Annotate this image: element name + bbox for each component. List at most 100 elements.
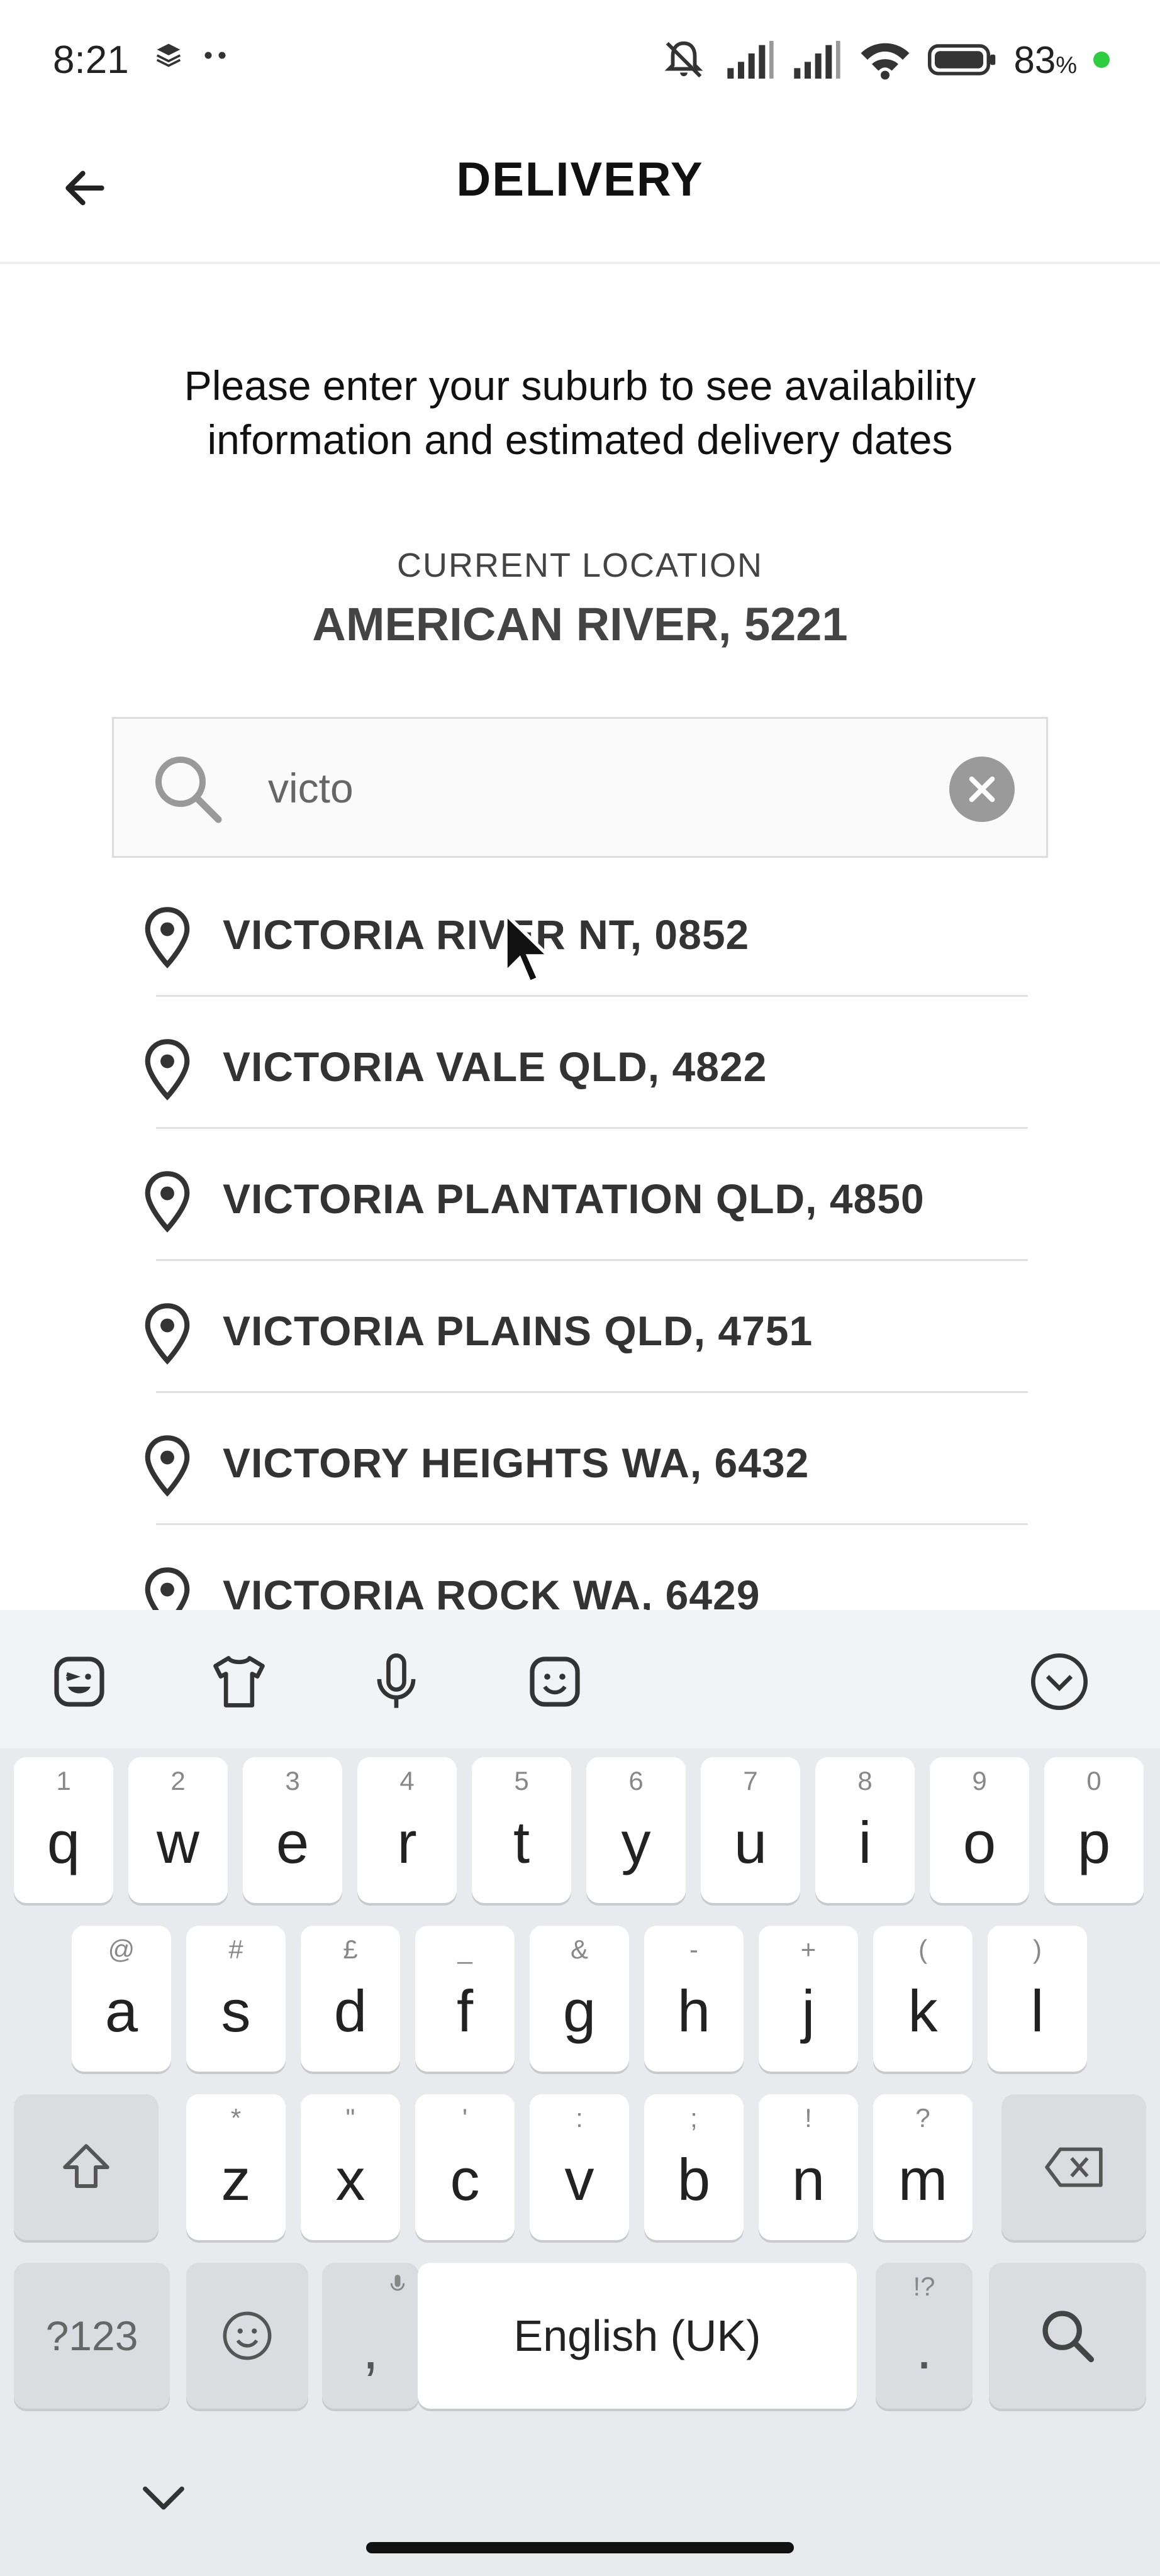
key-o[interactable]: 9o <box>930 1757 1029 1903</box>
clothing-button[interactable] <box>201 1644 277 1719</box>
key-p[interactable]: 0p <box>1044 1757 1144 1903</box>
keyboard-toolbar <box>0 1610 1160 1748</box>
search-box[interactable] <box>112 717 1048 858</box>
location-pin-icon <box>145 1303 190 1365</box>
emoji-icon <box>530 1657 580 1707</box>
key-t[interactable]: 5t <box>472 1757 571 1903</box>
key-q[interactable]: 1q <box>14 1757 113 1903</box>
emoji-key[interactable] <box>186 2263 308 2409</box>
search-key[interactable] <box>989 2263 1146 2409</box>
shift-icon <box>63 2144 109 2188</box>
more-dots-icon <box>204 52 226 59</box>
collapse-icon <box>1031 1653 1088 1710</box>
suggestion-item[interactable]: VICTORIA PLAINS QLD, 4751 <box>0 1270 1160 1402</box>
location-pin-icon <box>145 1039 190 1101</box>
suggestion-label: VICTORIA RIVER NT, 0852 <box>223 911 750 958</box>
key-e[interactable]: 3e <box>243 1757 342 1903</box>
emoji-icon <box>223 2311 272 2360</box>
key-b[interactable]: ; b <box>644 2094 744 2240</box>
suggestion-label: VICTORIA ROCK WA, 6429 <box>223 1572 761 1610</box>
key-s[interactable]: # s <box>186 1926 286 2072</box>
location-pin-icon <box>145 907 190 969</box>
current-location-value: AMERICAN RIVER, 5221 <box>312 598 848 650</box>
status-bar: 8:21 83% <box>0 0 1160 126</box>
key-w[interactable]: 2w <box>128 1757 228 1903</box>
suggestion-item[interactable]: VICTORIA RIVER NT, 0852 <box>0 874 1160 1006</box>
microphone-icon <box>390 2275 405 2291</box>
key-n[interactable]: ! n <box>759 2094 858 2240</box>
suggestion-label: VICTORY HEIGHTS WA, 6432 <box>223 1440 810 1486</box>
battery-icon <box>928 44 996 75</box>
divider <box>156 1523 1028 1525</box>
divider <box>156 1391 1028 1393</box>
sticker-icon <box>54 1657 104 1707</box>
microphone-icon <box>377 1653 416 1708</box>
shift-key[interactable] <box>14 2094 159 2240</box>
suggestion-item[interactable]: VICTORIA VALE QLD, 4822 <box>0 1006 1160 1138</box>
divider <box>156 1259 1028 1261</box>
app-header: DELIVERY <box>0 126 1160 264</box>
key-r[interactable]: 4r <box>357 1757 457 1903</box>
suggestion-item[interactable]: VICTORY HEIGHTS WA, 6432 <box>0 1402 1160 1535</box>
backspace-key[interactable] <box>1001 2094 1146 2240</box>
home-indicator[interactable] <box>366 2542 794 2553</box>
mouse-cursor-icon <box>504 912 553 985</box>
current-location-label: CURRENT LOCATION <box>396 547 764 584</box>
suggestion-label: VICTORIA VALE QLD, 4822 <box>223 1043 767 1090</box>
signal-icon <box>727 41 774 79</box>
location-pin-icon <box>145 1435 190 1497</box>
chevron-down-icon[interactable] <box>132 2465 195 2528</box>
search-input[interactable] <box>268 744 929 832</box>
key-x[interactable]: " x <box>301 2094 400 2240</box>
page-title: DELIVERY <box>456 153 704 206</box>
suggestion-item[interactable]: VICTORIA PLANTATION QLD, 4850 <box>0 1138 1160 1270</box>
clothing-icon <box>213 1656 265 1707</box>
layers-icon <box>156 43 181 67</box>
key-g[interactable]: & g <box>530 1926 629 2072</box>
key-m[interactable]: ? m <box>873 2094 973 2240</box>
location-pin-icon <box>145 1171 190 1233</box>
signal-icon <box>794 41 841 79</box>
suggestion-label: VICTORIA PLANTATION QLD, 4850 <box>223 1175 925 1222</box>
sticker-button[interactable] <box>42 1644 117 1719</box>
key-c[interactable]: ' c <box>415 2094 515 2240</box>
backspace-icon <box>1045 2147 1103 2187</box>
key-f[interactable]: _ f <box>415 1926 515 2072</box>
search-icon <box>1042 2311 1095 2363</box>
key-j[interactable]: + j <box>759 1926 858 2072</box>
battery-unit: % <box>1056 52 1077 79</box>
key-d[interactable]: £ d <box>301 1926 400 2072</box>
location-pin-icon <box>145 1567 190 1610</box>
keyboard: 1q 2w 3e 4r 5t 6y 7u 8i 9o 0p @ a # s £ d _… <box>0 1610 1160 2576</box>
key-u[interactable]: 7u <box>701 1757 800 1903</box>
voice-input-button[interactable] <box>359 1644 434 1719</box>
key-i[interactable]: 8i <box>815 1757 915 1903</box>
collapse-keyboard-button[interactable] <box>1022 1644 1097 1719</box>
emoji-button[interactable] <box>517 1644 593 1719</box>
close-icon <box>969 776 995 802</box>
period-key[interactable]: !?. <box>876 2263 973 2409</box>
suggestion-label: VICTORIA PLAINS QLD, 4751 <box>223 1307 813 1354</box>
key-a[interactable]: @ a <box>72 1926 171 2072</box>
suggestion-list: VICTORIA RIVER NT, 0852 VICTORIA VALE QL… <box>0 874 1160 1610</box>
key-z[interactable]: * z <box>186 2094 286 2240</box>
status-dot <box>1093 52 1110 68</box>
symbols-key[interactable]: ?123 <box>14 2263 170 2409</box>
divider <box>156 1127 1028 1129</box>
key-h[interactable]: -h <box>644 1926 744 2072</box>
intro-text: Please enter your suburb to see availabi… <box>184 362 976 463</box>
space-key[interactable]: English (UK) <box>418 2263 857 2409</box>
divider <box>156 995 1028 997</box>
mute-icon <box>665 41 703 78</box>
battery-level: 83 <box>1013 38 1056 81</box>
search-icon <box>155 757 222 823</box>
key-y[interactable]: 6y <box>586 1757 686 1903</box>
status-time: 8:21 <box>53 38 129 82</box>
clear-search-button[interactable] <box>949 757 1015 822</box>
wifi-icon <box>861 43 910 80</box>
key-v[interactable]: :v <box>530 2094 629 2240</box>
comma-key[interactable]: , <box>322 2263 419 2409</box>
suggestion-item[interactable]: VICTORIA ROCK WA, 6429 <box>0 1535 1160 1610</box>
key-l[interactable]: ) l <box>988 1926 1087 2072</box>
key-k[interactable]: (k <box>873 1926 973 2072</box>
